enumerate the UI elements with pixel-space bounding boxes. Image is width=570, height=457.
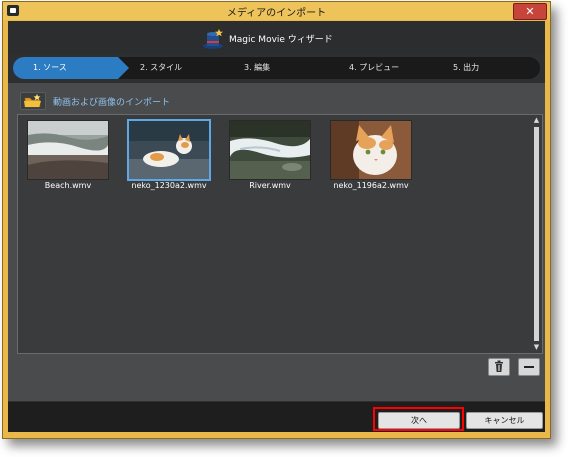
wizard-title: Magic Movie ウィザード [229, 35, 333, 45]
wizard-client-area: Magic Movie ウィザード 1. ソース 2. スタイル 3. 編集 4… [8, 21, 545, 432]
scroll-thumb[interactable] [534, 127, 539, 341]
media-thumbnail [330, 120, 412, 180]
wizard-footer: 次へ キャンセル [8, 402, 545, 432]
media-list-scrollbar[interactable]: ▲ ▼ [532, 116, 541, 352]
media-thumbnail [27, 120, 109, 180]
media-list[interactable]: Beach.wmv neko_1230a2.wmv River.wmv neko… [17, 114, 543, 354]
media-thumbnail [229, 120, 311, 180]
step-output[interactable]: 5. 出力 [453, 57, 479, 79]
import-media-window: メディアのインポート ✕ Magic Movie ウィザード 1. ソース 2.… [2, 1, 551, 439]
media-item-river[interactable]: River.wmv [227, 118, 313, 192]
media-item-neko-1230a2[interactable]: neko_1230a2.wmv [126, 118, 212, 192]
scroll-up-arrow-icon[interactable]: ▲ [532, 116, 541, 125]
wizard-steps: 1. ソース 2. スタイル 3. 編集 4. プレビュー 5. 出力 [13, 57, 540, 79]
media-filename: River.wmv [249, 181, 291, 190]
close-button[interactable]: ✕ [513, 3, 547, 20]
media-item-beach[interactable]: Beach.wmv [25, 118, 111, 192]
step-edit[interactable]: 3. 編集 [244, 57, 270, 79]
step-preview[interactable]: 4. プレビュー [349, 57, 399, 79]
trash-icon [495, 360, 503, 372]
cancel-button[interactable]: キャンセル [466, 412, 543, 429]
media-item-neko-1196a2[interactable]: neko_1196a2.wmv [328, 118, 414, 192]
import-media-link[interactable]: 動画および画像のインポート [53, 95, 170, 108]
step-source[interactable]: 1. ソース [13, 57, 129, 79]
content-area: 動画および画像のインポート Beach.wmv neko_1230a2.wmv … [8, 83, 545, 401]
media-filename: neko_1230a2.wmv [131, 181, 207, 190]
minus-icon [524, 366, 534, 368]
folder-add-icon [24, 94, 41, 108]
scroll-down-arrow-icon[interactable]: ▼ [532, 343, 541, 352]
media-thumbnail [127, 119, 211, 181]
media-filename: Beach.wmv [44, 181, 92, 190]
import-folder-button[interactable] [20, 92, 46, 110]
magic-hat-icon [203, 29, 223, 49]
step-style[interactable]: 2. スタイル [140, 57, 182, 79]
wizard-header: Magic Movie ウィザード [8, 21, 545, 55]
window-title: メディアのインポート [226, 8, 327, 19]
delete-media-button[interactable] [488, 358, 510, 376]
highlight-box [373, 407, 464, 431]
remove-media-button[interactable] [518, 358, 540, 376]
media-filename: neko_1196a2.wmv [333, 181, 409, 190]
title-bar[interactable]: メディアのインポート ✕ [3, 2, 550, 20]
